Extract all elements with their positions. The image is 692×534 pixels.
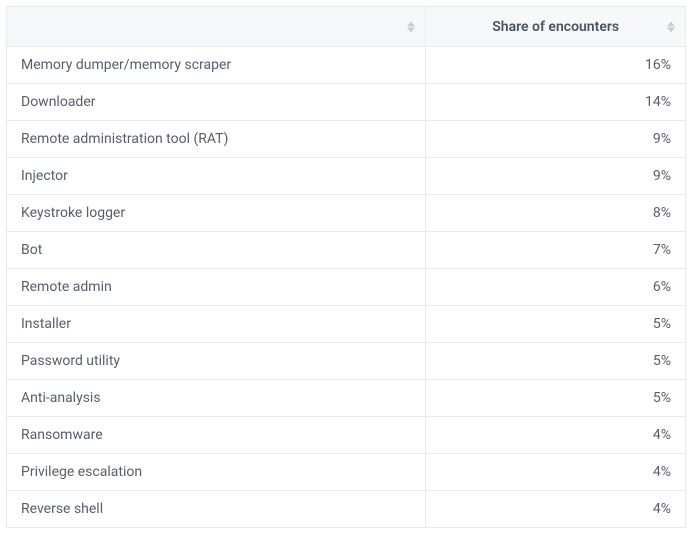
sort-icon[interactable] (407, 21, 415, 32)
share-table: Share of encounters Memory dumper/memory… (6, 6, 686, 528)
cell-name: Reverse shell (7, 491, 426, 528)
cell-name: Password utility (7, 343, 426, 380)
cell-name: Remote administration tool (RAT) (7, 121, 426, 158)
cell-value: 4% (426, 454, 686, 491)
table-row: Remote admin6% (7, 269, 686, 306)
cell-value: 14% (426, 84, 686, 121)
cell-name: Remote admin (7, 269, 426, 306)
cell-value: 4% (426, 491, 686, 528)
cell-name: Memory dumper/memory scraper (7, 47, 426, 84)
cell-value: 5% (426, 380, 686, 417)
sort-icon[interactable] (667, 21, 675, 32)
cell-value: 5% (426, 306, 686, 343)
cell-name: Bot (7, 232, 426, 269)
cell-value: 6% (426, 269, 686, 306)
table-row: Ransomware4% (7, 417, 686, 454)
table-body: Memory dumper/memory scraper16% Download… (7, 47, 686, 528)
cell-name: Installer (7, 306, 426, 343)
table-header-row: Share of encounters (7, 7, 686, 47)
table-row: Downloader14% (7, 84, 686, 121)
table-row: Keystroke logger8% (7, 195, 686, 232)
table-row: Bot7% (7, 232, 686, 269)
cell-value: 16% (426, 47, 686, 84)
table-row: Password utility5% (7, 343, 686, 380)
cell-value: 8% (426, 195, 686, 232)
table-row: Privilege escalation4% (7, 454, 686, 491)
table-row: Reverse shell4% (7, 491, 686, 528)
column-header-share-label: Share of encounters (492, 19, 619, 35)
table-row: Injector9% (7, 158, 686, 195)
cell-name: Privilege escalation (7, 454, 426, 491)
table-row: Installer5% (7, 306, 686, 343)
cell-name: Keystroke logger (7, 195, 426, 232)
cell-value: 7% (426, 232, 686, 269)
cell-name: Anti-analysis (7, 380, 426, 417)
column-header-share[interactable]: Share of encounters (426, 7, 686, 47)
cell-name: Downloader (7, 84, 426, 121)
table-row: Anti-analysis5% (7, 380, 686, 417)
cell-value: 9% (426, 158, 686, 195)
cell-name: Ransomware (7, 417, 426, 454)
column-header-name[interactable] (7, 7, 426, 47)
table-row: Memory dumper/memory scraper16% (7, 47, 686, 84)
cell-name: Injector (7, 158, 426, 195)
cell-value: 5% (426, 343, 686, 380)
cell-value: 4% (426, 417, 686, 454)
cell-value: 9% (426, 121, 686, 158)
table-row: Remote administration tool (RAT)9% (7, 121, 686, 158)
